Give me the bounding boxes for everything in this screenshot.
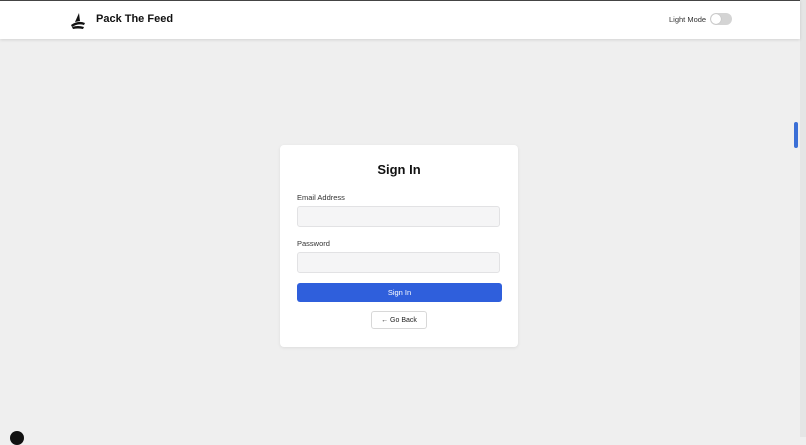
page-title: Sign In <box>377 162 421 177</box>
password-field[interactable] <box>297 252 500 273</box>
sign-in-button[interactable]: Sign In <box>297 283 502 302</box>
scrollbar-track[interactable] <box>800 0 806 437</box>
signin-card: Sign In Email Address Password Sign In ←… <box>280 145 518 347</box>
theme-toggle[interactable] <box>710 13 732 25</box>
email-field[interactable] <box>297 206 500 227</box>
top-navbar: Pack The Feed Light Mode <box>0 0 800 39</box>
scrollbar-thumb[interactable] <box>794 122 798 148</box>
brand-logo-icon[interactable] <box>70 12 86 30</box>
brand-name[interactable]: Pack The Feed <box>96 13 173 25</box>
password-label: Password <box>297 239 330 248</box>
email-label: Email Address <box>297 193 345 202</box>
toggle-knob-icon <box>711 14 721 24</box>
theme-mode-label: Light Mode <box>669 15 707 24</box>
help-bubble-icon[interactable] <box>10 431 24 445</box>
go-back-button[interactable]: ← Go Back <box>371 311 427 329</box>
